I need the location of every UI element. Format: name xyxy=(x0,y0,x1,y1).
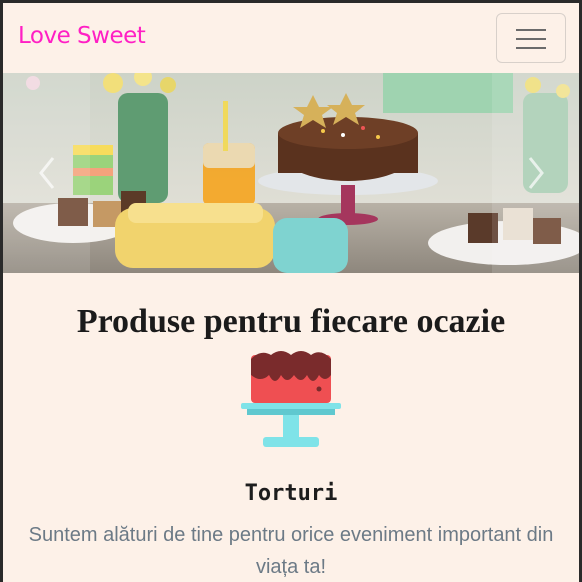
chevron-right-icon xyxy=(528,157,544,189)
carousel-next-button[interactable] xyxy=(492,73,579,273)
hamburger-icon xyxy=(516,29,546,31)
hero-carousel xyxy=(3,73,579,273)
chevron-left-icon xyxy=(38,157,54,189)
page-heading: Produse pentru fiecare ocazie xyxy=(76,303,506,340)
carousel-prev-button[interactable] xyxy=(3,73,90,273)
card-title: Torturi xyxy=(244,481,338,506)
navbar-toggler-button[interactable] xyxy=(496,13,566,63)
navbar: Love Sweet xyxy=(3,3,579,73)
cake-stand-icon xyxy=(241,351,341,447)
card-text: Suntem alături de tine pentru orice even… xyxy=(28,524,554,578)
brand-logo-link[interactable]: Love Sweet xyxy=(18,23,146,49)
